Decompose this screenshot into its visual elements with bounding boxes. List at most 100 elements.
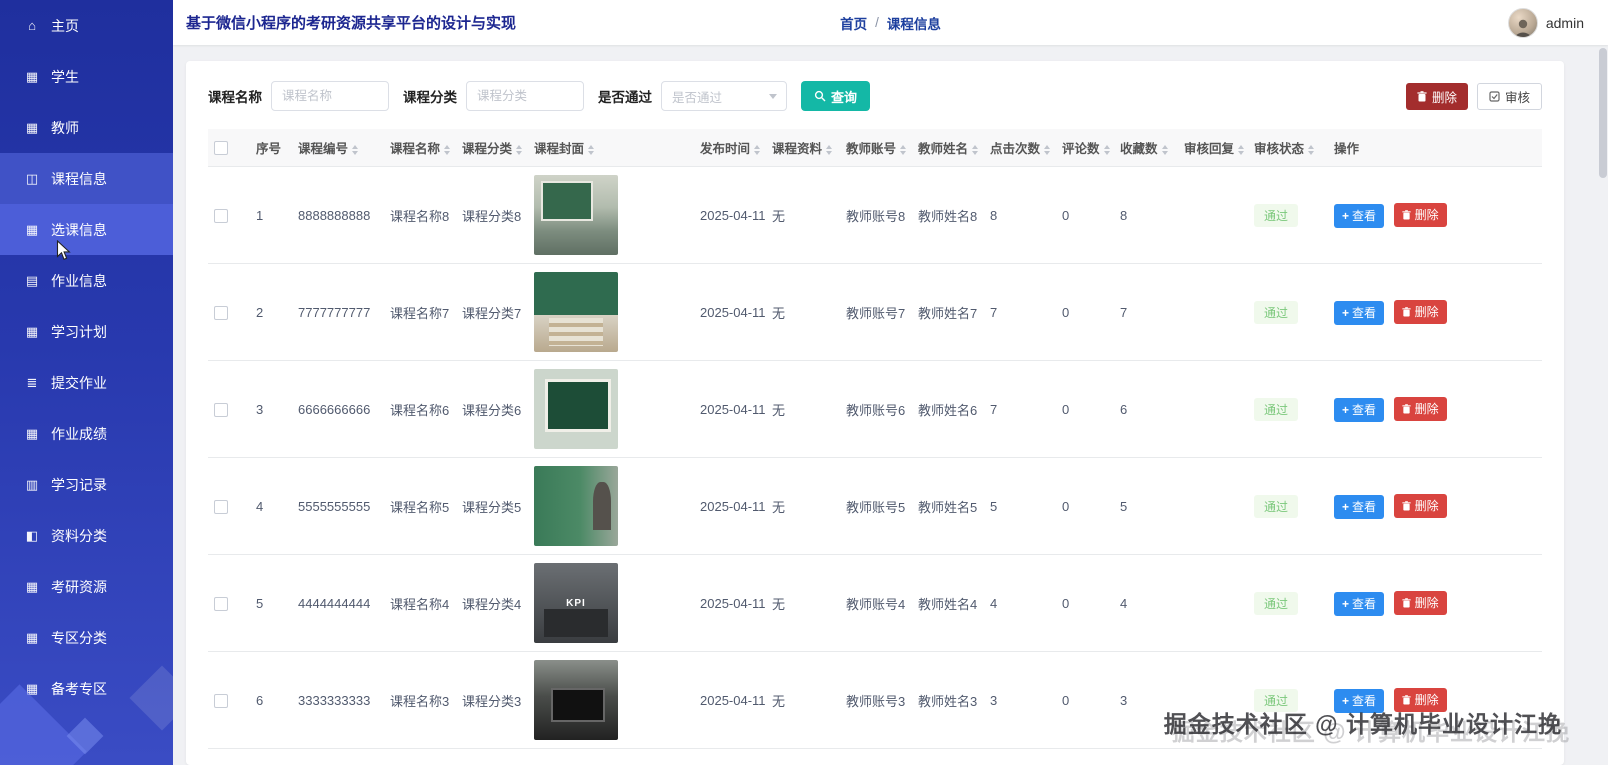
delete-row-button[interactable]: 删除 bbox=[1393, 687, 1447, 712]
view-button[interactable]: + 查看 bbox=[1334, 591, 1385, 616]
breadcrumb-home[interactable]: 首页 bbox=[840, 13, 867, 33]
delete-row-button[interactable]: 删除 bbox=[1393, 299, 1447, 324]
sort-icon[interactable] bbox=[826, 144, 833, 155]
delete-row-button[interactable]: 删除 bbox=[1393, 493, 1447, 518]
view-button[interactable]: + 查看 bbox=[1334, 494, 1385, 519]
column-header-favorites[interactable]: 收藏数 bbox=[1114, 129, 1178, 167]
sidebar-item-zone-category[interactable]: ▦ 专区分类 bbox=[0, 612, 173, 663]
sidebar-item-course-selection[interactable]: ▦ 选课信息 bbox=[0, 204, 173, 255]
sort-icon[interactable] bbox=[972, 144, 979, 155]
delete-row-button[interactable]: 删除 bbox=[1393, 396, 1447, 421]
cell-teacher-account: 教师账号6 bbox=[840, 360, 912, 458]
user-menu[interactable]: admin bbox=[1507, 7, 1584, 38]
column-header-teacher-name[interactable]: 教师姓名 bbox=[912, 129, 984, 167]
view-button[interactable]: + 查看 bbox=[1334, 203, 1385, 228]
row-checkbox[interactable] bbox=[214, 305, 228, 320]
column-header-course-cover[interactable]: 课程封面 bbox=[528, 129, 694, 167]
column-header-course-code[interactable]: 课程编号 bbox=[292, 129, 384, 167]
course-name-input[interactable] bbox=[271, 81, 389, 111]
sidebar-item-students[interactable]: ▦ 学生 bbox=[0, 51, 173, 102]
select-all-checkbox[interactable] bbox=[214, 140, 228, 155]
sort-icon[interactable] bbox=[1161, 144, 1168, 155]
column-header-teacher-account[interactable]: 教师账号 bbox=[840, 129, 912, 167]
sidebar-item-teachers[interactable]: ▦ 教师 bbox=[0, 102, 173, 153]
select-all-header[interactable] bbox=[208, 129, 250, 167]
column-header-course-name[interactable]: 课程名称 bbox=[384, 129, 456, 167]
column-header-audit-reply[interactable]: 审核回复 bbox=[1178, 129, 1248, 167]
sidebar-item-label: 学习计划 bbox=[51, 323, 107, 340]
sidebar-item-course-info[interactable]: ◫ 课程信息 bbox=[0, 153, 173, 204]
scrollbar[interactable] bbox=[1599, 48, 1607, 763]
delete-row-button[interactable]: 删除 bbox=[1393, 590, 1447, 615]
cell-teacher-name: 教师姓名7 bbox=[912, 263, 984, 361]
sort-icon[interactable] bbox=[1238, 144, 1245, 155]
sort-icon[interactable] bbox=[588, 144, 595, 155]
sidebar-item-study-records[interactable]: ▥ 学习记录 bbox=[0, 459, 173, 510]
column-header-course-material[interactable]: 课程资料 bbox=[766, 129, 840, 167]
course-category-input[interactable] bbox=[466, 81, 584, 111]
scrollbar-thumb[interactable] bbox=[1599, 48, 1607, 178]
sidebar-item-label: 资料分类 bbox=[51, 527, 107, 544]
row-checkbox[interactable] bbox=[214, 596, 228, 611]
sort-icon[interactable] bbox=[754, 144, 761, 155]
sidebar-item-exam-resources[interactable]: ▦ 考研资源 bbox=[0, 561, 173, 612]
table-row: 2 7777777777 课程名称7 课程分类7 2025-04-11 无 教师… bbox=[208, 263, 1542, 361]
cell-clicks: 8 bbox=[984, 166, 1056, 264]
cell-publish-time: 2025-04-11 bbox=[694, 263, 766, 361]
cell-favorites: 6 bbox=[1114, 360, 1178, 458]
sort-icon[interactable] bbox=[900, 144, 907, 155]
sidebar-item-study-plan[interactable]: ▦ 学习计划 bbox=[0, 306, 173, 357]
filter-pass-status: 是否通过 是否通过 bbox=[598, 81, 787, 111]
table-row: 3 6666666666 课程名称6 课程分类6 2025-04-11 无 教师… bbox=[208, 360, 1542, 458]
audit-status-badge: 通过 bbox=[1254, 397, 1299, 421]
plus-icon: + bbox=[1342, 305, 1350, 320]
search-button[interactable]: 查询 bbox=[801, 81, 871, 111]
user-photo-icon bbox=[1513, 19, 1532, 37]
document-icon: ▤ bbox=[25, 272, 39, 288]
trash-icon bbox=[1402, 694, 1411, 704]
sidebar-item-submit-homework[interactable]: ≣ 提交作业 bbox=[0, 357, 173, 408]
view-button[interactable]: + 查看 bbox=[1334, 688, 1385, 713]
trash-icon bbox=[1402, 597, 1411, 607]
top-header: 基于微信小程序的考研资源共享平台的设计与实现 首页 / 课程信息 admin bbox=[173, 0, 1608, 45]
bulk-delete-button[interactable]: 删除 bbox=[1405, 82, 1468, 110]
sidebar-item-material-category[interactable]: ◧ 资料分类 bbox=[0, 510, 173, 561]
column-header-audit-status[interactable]: 审核状态 bbox=[1248, 129, 1328, 167]
sort-icon[interactable] bbox=[444, 144, 451, 155]
column-header-clicks[interactable]: 点击次数 bbox=[984, 129, 1056, 167]
cell-course-code: 3333333333 bbox=[292, 651, 384, 749]
cell-favorites: 8 bbox=[1114, 166, 1178, 264]
row-checkbox[interactable] bbox=[214, 402, 228, 417]
pass-status-select[interactable]: 是否通过 bbox=[661, 81, 787, 111]
row-checkbox[interactable] bbox=[214, 208, 228, 223]
sort-icon[interactable] bbox=[516, 144, 523, 155]
cell-favorites: 3 bbox=[1114, 651, 1178, 749]
column-header-publish-time[interactable]: 发布时间 bbox=[694, 129, 766, 167]
delete-row-button[interactable]: 删除 bbox=[1393, 202, 1447, 227]
sidebar-item-home[interactable]: ⌂ 主页 bbox=[0, 0, 173, 51]
sidebar-item-homework-grades[interactable]: ▦ 作业成绩 bbox=[0, 408, 173, 459]
sort-icon[interactable] bbox=[1044, 144, 1051, 155]
audit-status-badge: 通过 bbox=[1254, 203, 1299, 227]
cell-course-name: 课程名称5 bbox=[384, 457, 456, 555]
view-button[interactable]: + 查看 bbox=[1334, 397, 1385, 422]
select-placeholder: 是否通过 bbox=[672, 90, 723, 105]
sort-icon[interactable] bbox=[1308, 144, 1315, 155]
sort-icon[interactable] bbox=[352, 144, 359, 155]
column-header-course-category[interactable]: 课程分类 bbox=[456, 129, 528, 167]
cell-teacher-name: 教师姓名6 bbox=[912, 360, 984, 458]
cell-publish-time: 2025-04-11 bbox=[694, 651, 766, 749]
audit-button[interactable]: 审核 bbox=[1476, 82, 1542, 110]
sidebar-item-homework-info[interactable]: ▤ 作业信息 bbox=[0, 255, 173, 306]
row-checkbox[interactable] bbox=[214, 499, 228, 514]
sort-icon[interactable] bbox=[1103, 144, 1110, 155]
monitor-icon: ◫ bbox=[25, 170, 39, 186]
cell-course-code: 8888888888 bbox=[292, 166, 384, 264]
column-header-comments[interactable]: 评论数 bbox=[1056, 129, 1114, 167]
row-checkbox[interactable] bbox=[214, 693, 228, 708]
cell-course-category: 课程分类8 bbox=[456, 166, 528, 264]
view-button[interactable]: + 查看 bbox=[1334, 300, 1385, 325]
course-info-card: 课程名称 课程分类 是否通过 是否通过 bbox=[186, 61, 1564, 765]
avatar[interactable] bbox=[1507, 7, 1538, 38]
cell-teacher-name: 教师姓名3 bbox=[912, 651, 984, 749]
